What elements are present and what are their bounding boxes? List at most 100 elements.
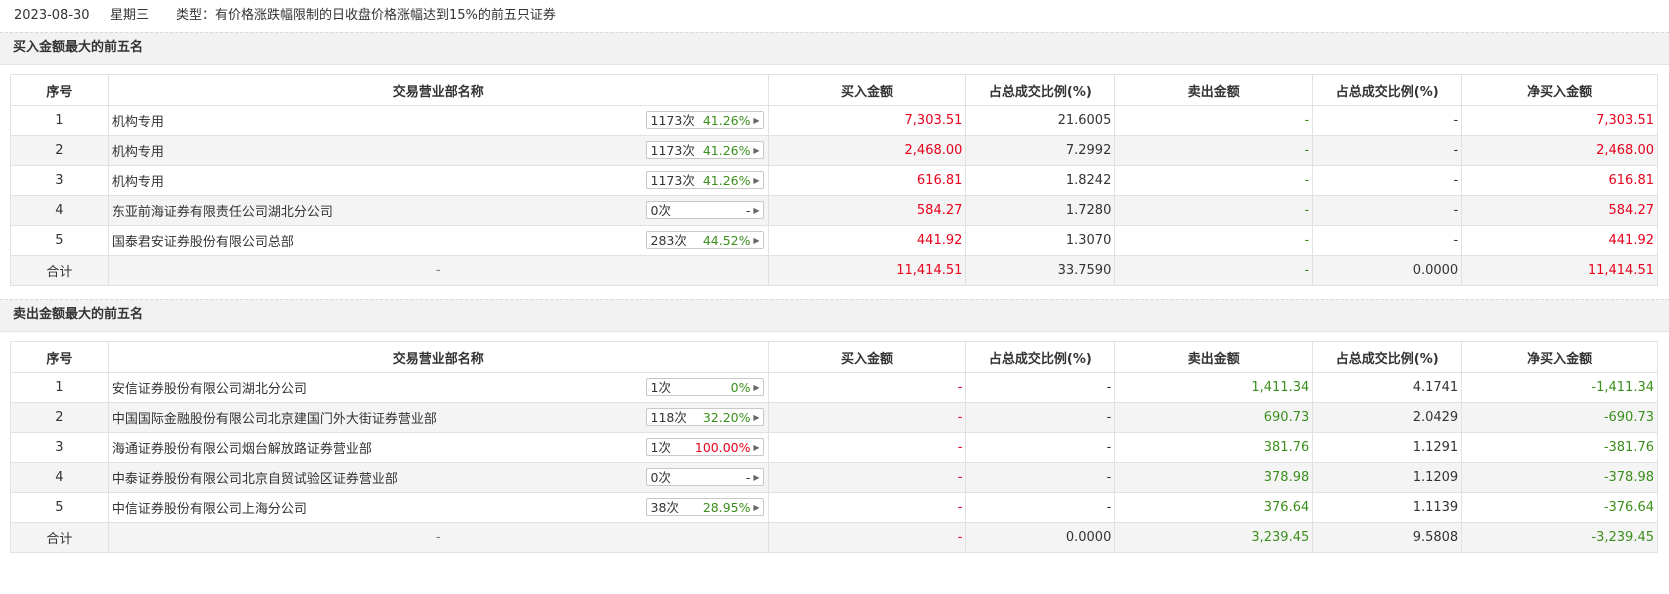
col-index: 序号 [10,341,109,373]
buy-amount: 2,468.00 [767,135,967,166]
branch-win-rate: 41.26% [702,113,751,128]
net-buy-amount: -376.64 [1461,492,1658,523]
branch-name-cell: 中泰证券股份有限公司北京自贸试验区证券营业部 0次 - ▶ [107,462,769,493]
caret-right-icon: ▶ [753,176,760,185]
total-buy-ratio: 0.0000 [965,522,1116,553]
branch-stats-tag[interactable]: 283次 44.52% ▶ [645,231,764,249]
branch-stats-tag[interactable]: 0次 - ▶ [645,201,764,219]
branch-appearance-count: 283次 [650,233,687,248]
branch-name-link[interactable]: 中信证券股份有限公司上海分公司 [112,498,307,517]
table-row: 3 海通证券股份有限公司烟台解放路证券营业部 1次 100.00% ▶ - -381.76 1… [10,432,1658,463]
sell-ratio: 4.1741 [1312,372,1463,403]
caret-right-icon: ▶ [753,116,760,125]
branch-name-link[interactable]: 东亚前海证券有限责任公司湖北分公司 [112,201,333,220]
branch-name-link[interactable]: 中泰证券股份有限公司北京自贸试验区证券营业部 [112,468,398,487]
col-branch-name: 交易营业部名称 [107,341,769,373]
branch-stats-tag[interactable]: 1173次 41.26% ▶ [645,141,764,159]
branch-appearance-count: 118次 [650,410,687,425]
branch-appearance-count: 0次 [650,470,671,485]
table-row: 5 国泰君安证券股份有限公司总部 283次 44.52% ▶ 441.92 1.3070- -… [10,225,1658,256]
buy-ratio: - [965,462,1116,493]
branch-stats-tag[interactable]: 0次 - ▶ [645,468,764,486]
col-branch-name: 交易营业部名称 [107,74,769,106]
branch-appearance-count: 0次 [650,203,671,218]
buy-ratio: 1.3070 [965,225,1116,256]
total-buy-ratio: 33.7590 [965,255,1116,286]
branch-stats-tag[interactable]: 1次 0% ▶ [645,378,764,396]
sell-amount: 690.73 [1114,402,1314,433]
sell-ratio: 1.1209 [1312,462,1463,493]
sell-amount: 378.98 [1114,462,1314,493]
buy-amount: - [767,492,967,523]
col-net-buy: 净买入金额 [1461,341,1658,373]
sell-amount: - [1114,195,1314,226]
total-branch-name: - [107,522,769,553]
row-index: 3 [10,432,109,463]
caret-right-icon: ▶ [753,413,760,422]
sell-amount: - [1114,165,1314,196]
branch-name-link[interactable]: 机构专用 [112,111,164,130]
net-buy-amount: -690.73 [1461,402,1658,433]
buy-amount: 441.92 [767,225,967,256]
table-row: 4 中泰证券股份有限公司北京自贸试验区证券营业部 0次 - ▶ - -378.98 1.120… [10,462,1658,493]
buy-amount: 7,303.51 [767,105,967,136]
list-type: 类型：有价格涨跌幅限制的日收盘价格涨幅达到15%的前五只证券 [176,8,556,23]
buy-section-title: 买入金额最大的前五名 [0,32,1669,65]
buy-ratio: - [965,432,1116,463]
branch-name-cell: 国泰君安证券股份有限公司总部 283次 44.52% ▶ [107,225,769,256]
col-buy-amount: 买入金额 [767,341,967,373]
branch-stats-tag[interactable]: 1173次 41.26% ▶ [645,171,764,189]
branch-stats-tag[interactable]: 118次 32.20% ▶ [645,408,764,426]
net-buy-amount: -381.76 [1461,432,1658,463]
buy-amount: 616.81 [767,165,967,196]
branch-name-cell: 机构专用 1173次 41.26% ▶ [107,165,769,196]
branch-stats-tag[interactable]: 1次 100.00% ▶ [645,438,764,456]
branch-win-rate: 0% [730,380,751,395]
branch-win-rate: - [746,203,751,218]
sell-ratio: - [1312,165,1463,196]
branch-name-cell: 中信证券股份有限公司上海分公司 38次 28.95% ▶ [107,492,769,523]
sell-amount: - [1114,105,1314,136]
buy-amount: - [767,432,967,463]
branch-name-link[interactable]: 安信证券股份有限公司湖北分公司 [112,378,307,397]
col-sell-ratio: 占总成交比例(%) [1312,341,1463,373]
buy-amount: - [767,402,967,433]
sell-ratio: - [1312,225,1463,256]
caret-right-icon: ▶ [753,146,760,155]
sell-amount: 1,411.34 [1114,372,1314,403]
table-row: 1 机构专用 1173次 41.26% ▶ 7,303.51 21.6005- -7,303.… [10,105,1658,136]
total-net-buy: 11,414.51 [1461,255,1658,286]
caret-right-icon: ▶ [753,206,760,215]
branch-name-link[interactable]: 机构专用 [112,141,164,160]
table-row: 2 中国国际金融股份有限公司北京建国门外大街证券营业部 118次 32.20% ▶ - -6… [10,402,1658,433]
col-index: 序号 [10,74,109,106]
weekday: 星期三 [110,8,150,23]
branch-stats-tag[interactable]: 38次 28.95% ▶ [645,498,764,516]
caret-right-icon: ▶ [753,443,760,452]
total-net-buy: -3,239.45 [1461,522,1658,553]
buy-ratio: - [965,402,1116,433]
sell-amount: - [1114,225,1314,256]
row-index: 2 [10,402,109,433]
sell-section-title: 卖出金额最大的前五名 [0,299,1669,332]
branch-win-rate: 44.52% [702,233,751,248]
branch-name-link[interactable]: 国泰君安证券股份有限公司总部 [112,231,294,250]
net-buy-amount: 584.27 [1461,195,1658,226]
table-row: 5 中信证券股份有限公司上海分公司 38次 28.95% ▶ - -376.64 1.1139… [10,492,1658,523]
col-buy-ratio: 占总成交比例(%) [965,341,1116,373]
col-buy-ratio: 占总成交比例(%) [965,74,1116,106]
table-header-row: 序号 交易营业部名称 买入金额 占总成交比例(%) 卖出金额 占总成交比例(%)… [10,341,1658,373]
branch-win-rate: 41.26% [702,143,751,158]
net-buy-amount: 616.81 [1461,165,1658,196]
branch-stats-tag[interactable]: 1173次 41.26% ▶ [645,111,764,129]
buy-ratio: - [965,492,1116,523]
branch-name-link[interactable]: 机构专用 [112,171,164,190]
branch-name-cell: 安信证券股份有限公司湖北分公司 1次 0% ▶ [107,372,769,403]
branch-name-link[interactable]: 中国国际金融股份有限公司北京建国门外大街证券营业部 [112,408,437,427]
sell-ratio: - [1312,135,1463,166]
info-bar: 2023-08-30 星期三 类型：有价格涨跌幅限制的日收盘价格涨幅达到15%的前五… [0,0,1669,32]
branch-name-link[interactable]: 海通证券股份有限公司烟台解放路证券营业部 [112,438,372,457]
branch-name-cell: 海通证券股份有限公司烟台解放路证券营业部 1次 100.00% ▶ [107,432,769,463]
branch-win-rate: 32.20% [702,410,751,425]
net-buy-amount: -1,411.34 [1461,372,1658,403]
